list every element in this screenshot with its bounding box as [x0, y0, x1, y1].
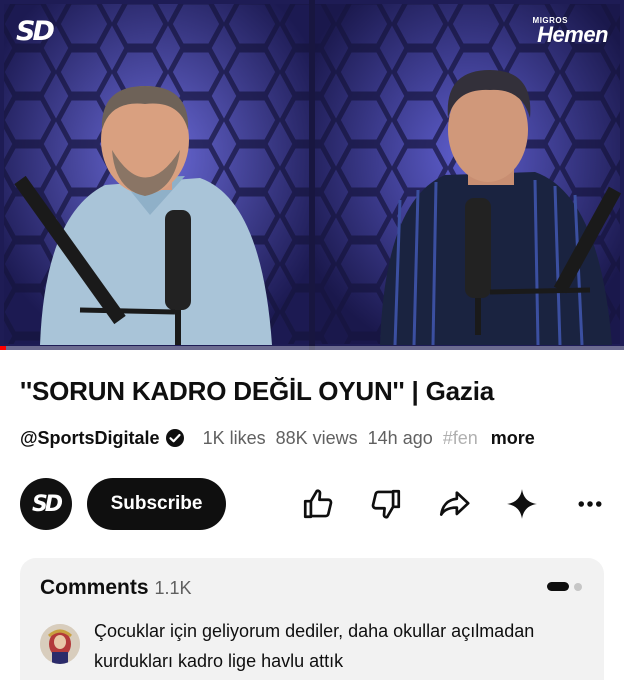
video-player[interactable]: SD MIGROS Hemen	[0, 0, 624, 350]
like-count: 1K likes	[202, 427, 266, 448]
more-actions-button[interactable]	[570, 484, 610, 524]
video-channel-logo: SD	[16, 16, 55, 47]
ask-ai-button[interactable]	[502, 484, 542, 524]
commenter-avatar[interactable]	[40, 624, 80, 664]
sponsor-logo: MIGROS Hemen	[533, 16, 609, 47]
like-icon	[303, 489, 333, 519]
share-button[interactable]	[434, 484, 474, 524]
dislike-button[interactable]	[366, 484, 406, 524]
top-comment-text: Çocuklar için geliyorum dediler, daha ok…	[94, 621, 535, 671]
hashtag[interactable]: #fen	[443, 428, 487, 449]
video-progress-fill	[0, 346, 7, 350]
video-frame	[4, 0, 622, 350]
comments-panel[interactable]: Comments 1.1K Çocuklar için geliyorum ded…	[20, 558, 604, 680]
sparkle-icon	[507, 489, 537, 519]
verified-icon	[165, 429, 184, 447]
comments-header: Comments 1.1K	[40, 576, 192, 600]
comments-pager	[547, 582, 582, 591]
sponsor-logo-big: Hemen	[537, 22, 608, 47]
video-title-row[interactable]: ''SORUN KADRO DEĞİL OYUN'' | Gazia	[20, 376, 624, 416]
video-progress-bar[interactable]	[0, 346, 624, 350]
comments-count: 1.1K	[154, 578, 192, 598]
video-title[interactable]: ''SORUN KADRO DEĞİL OYUN'' | Gazia	[20, 376, 494, 406]
share-icon	[439, 491, 470, 516]
commenter-avatar-image	[40, 624, 80, 664]
like-button[interactable]	[298, 484, 338, 524]
subscribe-button[interactable]: Subscribe	[87, 478, 226, 530]
pager-dot-active	[547, 582, 569, 591]
video-meta[interactable]: @SportsDigitale 1K likes 88K views 14h a…	[20, 425, 610, 451]
channel-handle[interactable]: @SportsDigitale	[20, 428, 160, 449]
more-icon	[578, 501, 602, 507]
upload-age: 14h ago	[367, 427, 433, 448]
dislike-icon	[371, 489, 401, 519]
view-count: 88K views	[275, 427, 358, 448]
title-fade	[544, 376, 624, 416]
more-link[interactable]: more	[491, 428, 535, 449]
channel-avatar[interactable]: SD	[20, 478, 72, 530]
comments-label: Comments	[40, 576, 149, 599]
channel-avatar-text: SD	[31, 491, 63, 517]
pager-dot	[574, 582, 582, 591]
